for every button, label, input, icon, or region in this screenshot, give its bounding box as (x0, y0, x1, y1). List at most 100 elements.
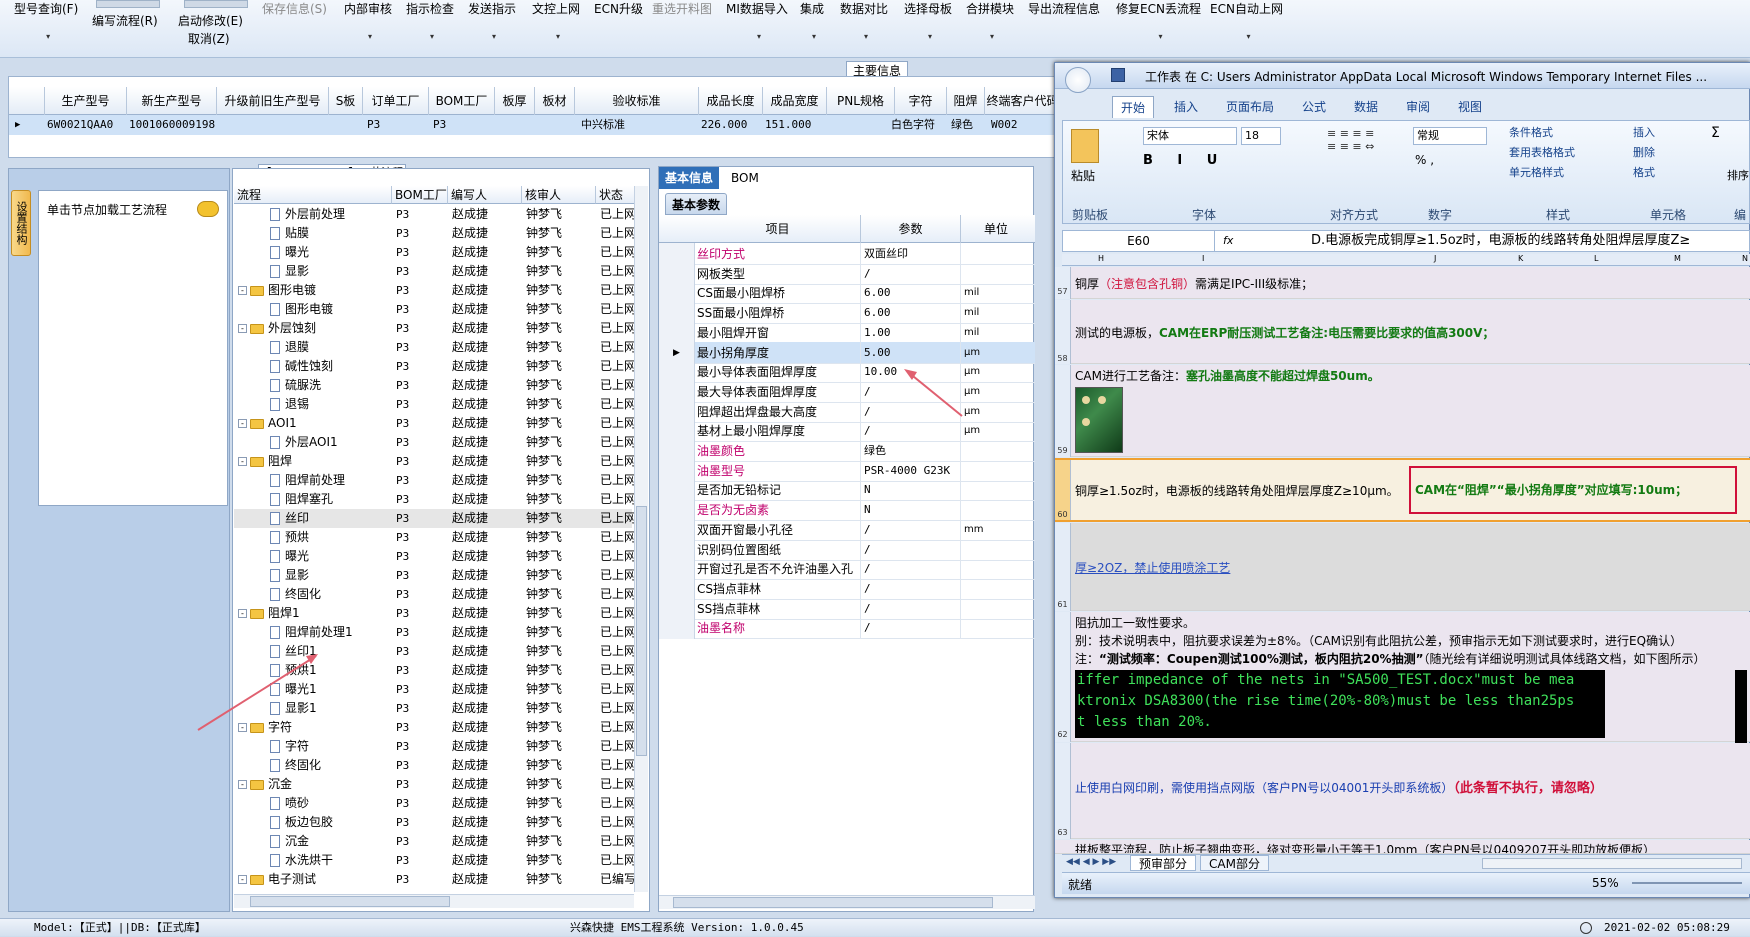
formula-bar: E60 fx D.电源板完成铜厚≥1.5oz时，电源板的线路转角处阻焊层厚度Z≥ (1062, 230, 1750, 252)
cell-r63-a: 止使用白网印刷，需使用挡点网版（客户PN号以04001开头即系统板） (1075, 781, 1454, 795)
sheet-tab-prereview[interactable]: 预审部分 (1130, 855, 1197, 871)
highlight-box: CAM在“阻焊”“最小拐角厚度”对应填写:10um； (1409, 466, 1737, 514)
col-j[interactable]: J (1434, 254, 1436, 263)
sheet-row-60[interactable]: 60 铜厚≥1.5oz时，电源板的线路转角处阻焊层厚度Z≥10μm。 CAM在“… (1055, 458, 1750, 522)
zoom-level[interactable]: 55% (1592, 876, 1619, 890)
cell-r63: 止使用白网印刷，需使用挡点网版（客户PN号以04001开头即系统板）（此条暂不执… (1075, 777, 1603, 796)
ribbon-tab-layout[interactable]: 页面布局 (1218, 96, 1282, 118)
sheet-row-63[interactable]: 63 止使用白网印刷，需使用挡点网版（客户PN号以04001开头即系统板）（此条… (1055, 743, 1750, 839)
fx-icon[interactable]: fx (1223, 231, 1233, 251)
excel-titlebar: 工作表 在 C: Users Administrator AppData Loc… (1055, 63, 1750, 93)
clock-icon (1580, 922, 1592, 934)
cell-r64: 拼板整平流程，防止板子翘曲变形，绕对变形量小于等于1.0mm（客户PN号以040… (1075, 843, 1656, 854)
row-number[interactable]: 57 (1055, 267, 1071, 299)
col-h[interactable]: H (1098, 254, 1104, 263)
ribbon-tab-review[interactable]: 审阅 (1398, 96, 1438, 118)
paste-icon[interactable] (1071, 129, 1099, 163)
group-alignment: 对齐方式 (1330, 208, 1379, 222)
status-model-db: Model:【正式】||DB:【正式库】 (34, 921, 206, 934)
cell-r58-a: 测试的电源板， (1075, 326, 1160, 340)
font-style-buttons[interactable]: B I U (1143, 153, 1227, 168)
save-icon[interactable] (1111, 68, 1125, 82)
row-number[interactable]: 58 (1055, 300, 1071, 364)
cell-r62-line1: 阻抗加工一致性要求。 (1075, 616, 1196, 630)
zoom-slider[interactable] (1632, 882, 1742, 884)
cell-r59-a: CAM进行工艺备注： (1075, 369, 1186, 383)
ribbon-tab-home[interactable]: 开始 (1112, 96, 1155, 118)
paste-label[interactable]: 粘贴 (1071, 167, 1095, 184)
ribbon-tab-view[interactable]: 视图 (1450, 96, 1490, 118)
pcb-photo-image (1075, 387, 1123, 453)
arrowhead-icon (306, 654, 318, 664)
cell-r61: 厚≥2OZ，禁止使用喷涂工艺 (1075, 561, 1231, 575)
sheet-row-64[interactable]: 拼板整平流程，防止板子翘曲变形，绕对变形量小于等于1.0mm（客户PN号以040… (1055, 840, 1750, 854)
cell-r60: 铜厚≥1.5oz时，电源板的线路转角处阻焊层厚度Z≥10μm。 (1075, 484, 1399, 498)
office-button-icon[interactable] (1065, 67, 1091, 93)
group-font: 字体 (1192, 208, 1217, 222)
font-name-select[interactable]: 宋体 (1143, 127, 1237, 145)
group-number: 数字 (1428, 208, 1453, 222)
sort-label[interactable]: 排序 (1727, 167, 1749, 183)
ribbon-tab-formula[interactable]: 公式 (1294, 96, 1334, 118)
group-clipboard: 剪贴板 (1072, 208, 1109, 222)
number-format-select[interactable]: 常规 (1413, 127, 1487, 145)
col-n[interactable]: N (1742, 254, 1748, 263)
row-number[interactable]: 60 (1055, 460, 1071, 520)
col-m[interactable]: M (1674, 254, 1681, 263)
sum-icon[interactable]: Σ (1711, 125, 1720, 141)
col-k[interactable]: K (1518, 254, 1523, 263)
excel-statusbar: 就绪 55% (1062, 872, 1750, 894)
sheet-hscrollbar[interactable] (1482, 858, 1742, 869)
conditional-format-button[interactable]: 条件格式 (1509, 123, 1575, 143)
cell-r58-b: CAM在ERP耐压测试工艺备注:电压需要比要求的值高300V； (1159, 326, 1495, 340)
app-statusbar: Model:【正式】||DB:【正式库】 兴森快捷 EMS工程系统 Versio… (0, 918, 1750, 936)
terminal-screenshot-image: iffer impedance of the nets in "SA500_TE… (1075, 670, 1605, 738)
group-editing: 编 (1734, 208, 1747, 222)
sheet-row-58[interactable]: 58 测试的电源板，CAM在ERP耐压测试工艺备注:电压需要比要求的值高300V… (1055, 300, 1750, 364)
ribbon-body: 粘贴 宋体 18 B I U ≡ ≡ ≡ ≡ ≡ ≡ ≡ ⇔ 常规 % , 条件格… (1062, 120, 1750, 224)
cell-r59: CAM进行工艺备注：塞孔油墨高度不能超过焊盘50um。 (1075, 367, 1380, 384)
formula-input[interactable]: D.电源板完成铜厚≥1.5oz时，电源板的线路转角处阻焊层厚度Z≥ (1311, 231, 1750, 251)
cell-r62-line3: 注：“测试频率：Coupen测试100%测试，板内阻抗20%抽测”（随光绘有详细… (1075, 650, 1705, 667)
styles-group: 条件格式 套用表格格式 单元格样式 (1509, 123, 1575, 183)
terminal-line: t less than 20%. (1077, 714, 1212, 730)
name-box[interactable]: E60 (1063, 231, 1215, 251)
sheet-nav-icon[interactable]: ◀◀ ◀ ▶ ▶▶ (1066, 857, 1116, 867)
pad-shape (1082, 396, 1090, 404)
percent-icon[interactable]: % , (1415, 153, 1434, 167)
sheet-row-61[interactable]: 61 厚≥2OZ，禁止使用喷涂工艺 (1055, 523, 1750, 611)
alignment-buttons-icon[interactable]: ≡ ≡ ≡ ≡ ≡ ≡ ≡ ⇔ (1327, 127, 1419, 171)
column-headers: H I J K L M N (1062, 254, 1750, 266)
cell-r62-line2: 别：技术说明表中，阻抗要求误差为±8%。（CAM识别有此阻抗公差，预审指示无如下… (1075, 634, 1683, 648)
ribbon-tab-insert[interactable]: 插入 (1166, 96, 1206, 118)
font-size-select[interactable]: 18 (1241, 127, 1281, 145)
format-cell-button[interactable]: 格式 (1633, 163, 1655, 183)
cell-r63-b: （此条暂不执行，请忽略） (1453, 781, 1603, 796)
cell-style-button[interactable]: 单元格样式 (1509, 163, 1575, 183)
row-number[interactable]: 63 (1055, 743, 1071, 839)
cell-r59-b: 塞孔油墨高度不能超过焊盘50um。 (1185, 369, 1380, 383)
row-number[interactable]: 59 (1055, 365, 1071, 457)
annotation-arrow (197, 655, 317, 731)
terminal-line: ktronix DSA8300(the rise time(20%-80%)mu… (1077, 693, 1575, 709)
cell-r62-3c: （随光绘有详细说明测试具体线路文档，如下图所示） (1423, 652, 1706, 666)
sheet-tab-cam[interactable]: CAM部分 (1200, 855, 1269, 871)
terminal-line: iffer impedance of the nets in "SA500_TE… (1077, 672, 1575, 688)
row-number[interactable]: 62 (1055, 612, 1071, 742)
table-format-button[interactable]: 套用表格格式 (1509, 143, 1575, 163)
status-version: 兴森快捷 EMS工程系统 Version: 1.0.0.45 (570, 921, 804, 934)
sheet-row-57[interactable]: 57 铜厚（注意包含孔铜）需满足IPC-III级标准； (1055, 267, 1750, 299)
status-datetime: 2021-02-02 05:08:29 (1604, 921, 1730, 934)
cell-r57-red: （注意包含孔铜） (1099, 277, 1196, 291)
pad-shape (1098, 396, 1106, 404)
insert-cell-button[interactable]: 插入 (1633, 123, 1655, 143)
sheet-row-59[interactable]: 59 CAM进行工艺备注：塞孔油墨高度不能超过焊盘50um。 (1055, 365, 1750, 457)
cell-r62-3a: 注： (1075, 652, 1100, 666)
col-l[interactable]: L (1594, 254, 1598, 263)
delete-cell-button[interactable]: 删除 (1633, 143, 1655, 163)
ribbon-tab-data[interactable]: 数据 (1346, 96, 1386, 118)
col-i[interactable]: I (1202, 254, 1204, 263)
excel-title: 工作表 在 C: Users Administrator AppData Loc… (1145, 70, 1708, 84)
sheet-row-62[interactable]: 62 阻抗加工一致性要求。 别：技术说明表中，阻抗要求误差为±8%。（CAM识别… (1055, 612, 1750, 750)
row-number[interactable]: 61 (1055, 523, 1071, 611)
